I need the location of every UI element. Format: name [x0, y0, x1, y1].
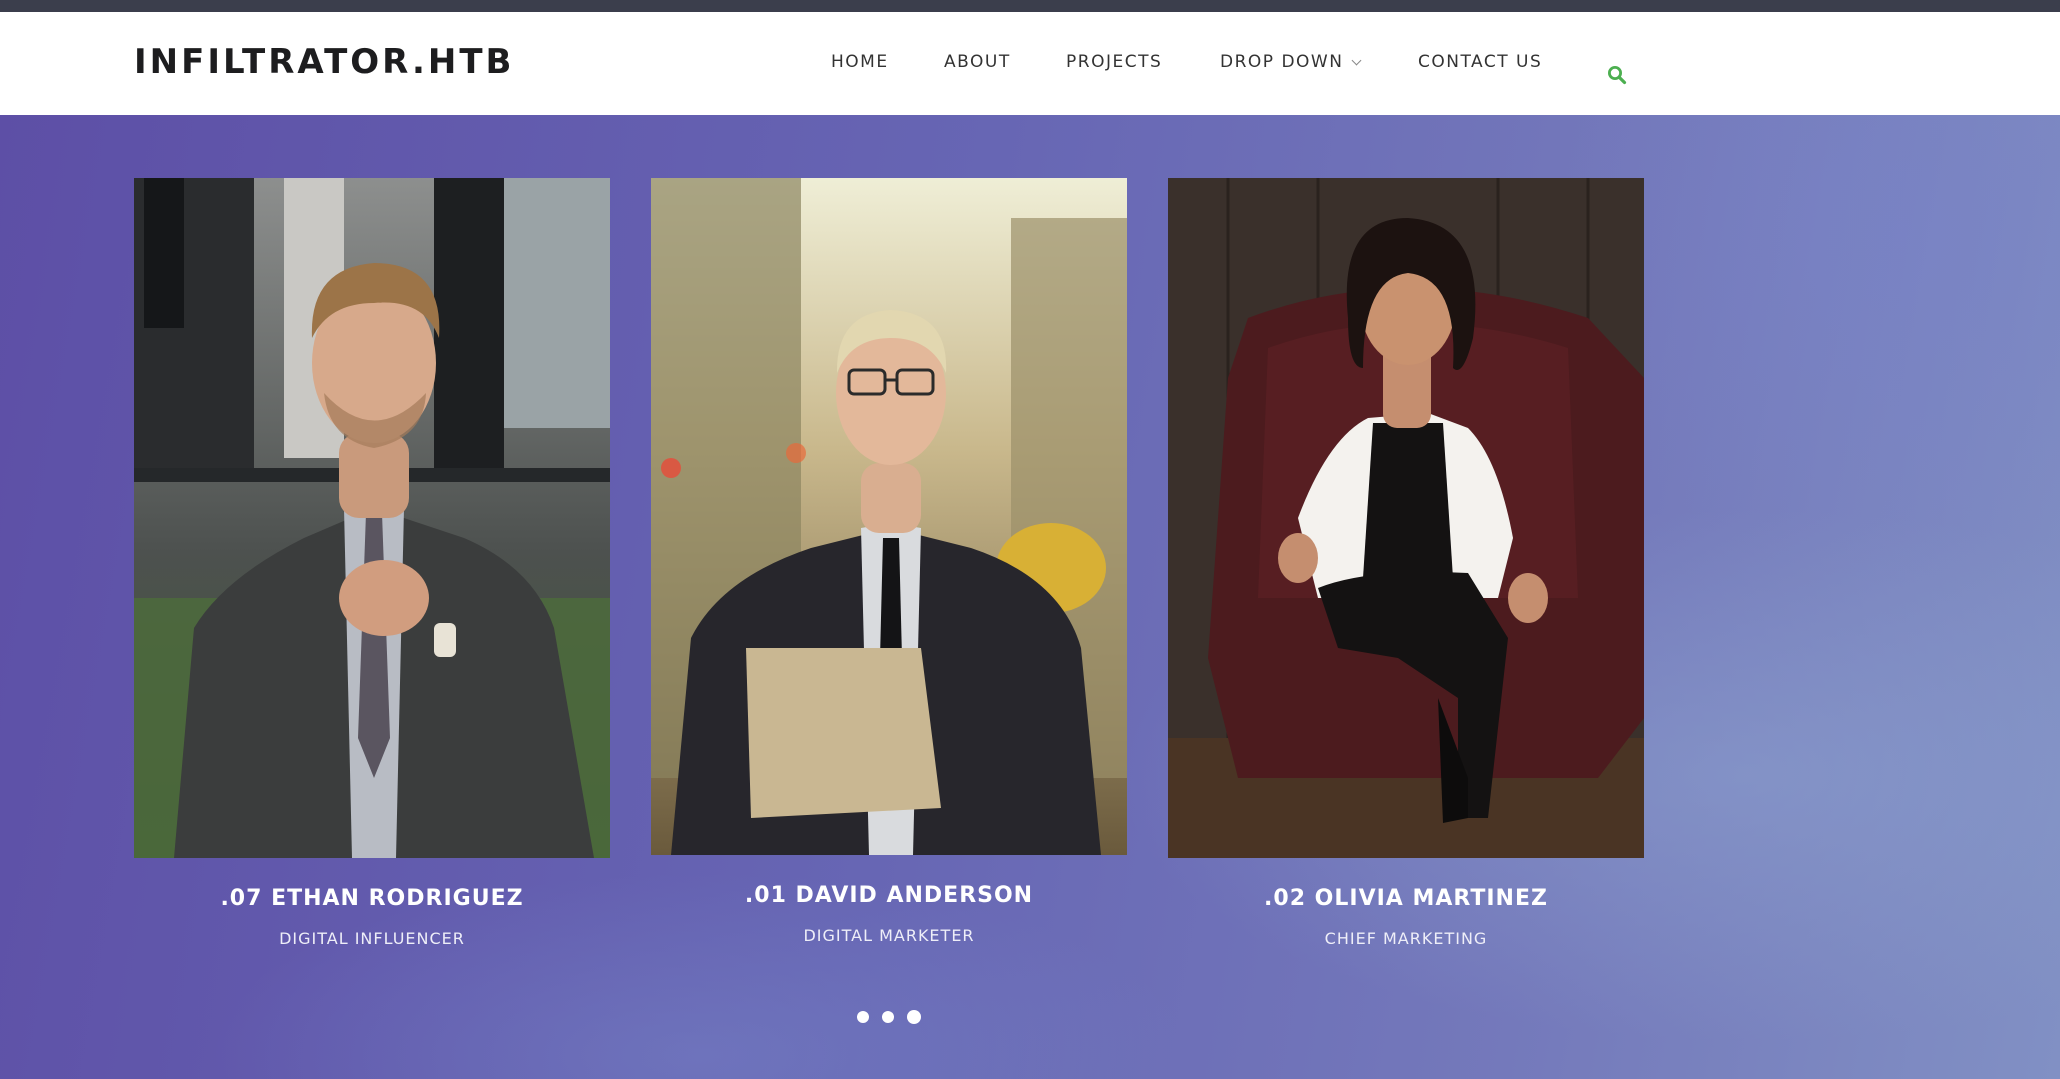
member-role-3: CHIEF MARKETING [1324, 929, 1488, 948]
member-role-2: DIGITAL MARKETER [803, 926, 975, 945]
nav-drop-down[interactable]: DROP DOWN [1220, 52, 1362, 72]
nav-home[interactable]: HOME [831, 52, 889, 72]
search-icon[interactable] [1607, 65, 1627, 90]
nav-contact-us[interactable]: CONTACT US [1418, 52, 1542, 72]
member-name-1: .07 ETHAN RODRIGUEZ [220, 886, 524, 911]
member-name-3: .02 OLIVIA MARTINEZ [1264, 886, 1548, 911]
carousel-dot-3[interactable] [907, 1010, 921, 1024]
team-photo-1 [134, 178, 610, 858]
browser-top-strip [0, 0, 2060, 12]
carousel-dot-1[interactable] [857, 1011, 869, 1023]
member-role-1: DIGITAL INFLUENCER [279, 929, 465, 948]
team-photo-2 [651, 178, 1127, 855]
chevron-down-icon [1351, 55, 1362, 66]
nav-projects[interactable]: PROJECTS [1066, 52, 1162, 72]
member-name-2: .01 DAVID ANDERSON [744, 883, 1034, 908]
carousel-dot-2[interactable] [882, 1011, 894, 1023]
site-header: INFILTRATOR.HTB HOME ABOUT PROJECTS DROP… [0, 12, 2060, 115]
team-photo-3 [1168, 178, 1644, 858]
nav-about[interactable]: ABOUT [944, 52, 1011, 72]
site-logo[interactable]: INFILTRATOR.HTB [134, 42, 514, 82]
nav-drop-down-label: DROP DOWN [1220, 52, 1344, 72]
